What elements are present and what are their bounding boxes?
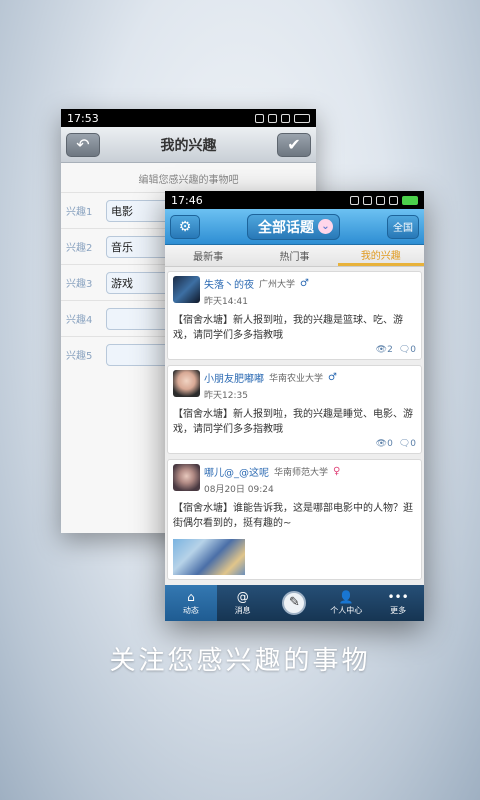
tab-latest[interactable]: 最新事 <box>165 245 251 266</box>
gear-icon: ⚙ <box>178 218 192 235</box>
post-card[interactable]: 哪儿@_@这呢 华南师范大学 ♀ 08月20日 09:24 【宿舍水塘】谁能告诉… <box>167 459 422 580</box>
front-phone-screen: 17:46 ⚙ 全部话题 ⌄ 全国 最新事 热门事 我的兴趣 失落丶的夜 广州大… <box>165 191 424 621</box>
battery-icon <box>294 113 310 123</box>
arrow-back-icon: ↶ <box>76 135 90 154</box>
nav-feed[interactable]: ⌂ 动态 <box>165 585 217 621</box>
vibrate-icon <box>255 113 264 123</box>
tab-my-interests[interactable]: 我的兴趣 <box>337 245 424 266</box>
post-text: 【宿舍水塘】新人报到啦，我的兴趣是篮球、吃、游戏，请同学们多多指教哦 <box>173 315 403 341</box>
post-image[interactable] <box>173 539 245 575</box>
gender-icon: ♀ <box>333 466 341 477</box>
promo-caption: 关注您感兴趣的事物 <box>109 646 371 676</box>
title-bar: ⚙ 全部话题 ⌄ 全国 <box>165 209 424 245</box>
interest-label: 兴趣5 <box>66 351 93 362</box>
post-school: 华南师范大学 <box>274 468 329 478</box>
nav-label: 更多 <box>390 605 407 615</box>
view-count: 👁0 <box>376 439 393 449</box>
view-count-value: 2 <box>387 345 393 355</box>
status-icons <box>350 195 418 205</box>
interest-label: 兴趣4 <box>66 315 93 326</box>
back-button[interactable]: ↶ <box>66 132 100 157</box>
more-icon: ••• <box>387 589 409 604</box>
nav-more[interactable]: ••• 更多 <box>372 585 424 621</box>
nav-compose[interactable]: ✎ <box>269 585 321 621</box>
status-time: 17:53 <box>67 111 99 125</box>
avatar[interactable] <box>173 276 200 303</box>
settings-button[interactable]: ⚙ <box>170 214 200 239</box>
chevron-down-icon: ⌄ <box>318 219 333 234</box>
page-title: 我的兴趣 <box>160 137 217 154</box>
status-bar: 17:53 <box>61 109 316 127</box>
page-title: 全部话题 <box>258 219 314 236</box>
view-count: 👁2 <box>376 345 393 355</box>
post-username[interactable]: 失落丶的夜 <box>204 276 254 291</box>
post-school: 广州大学 <box>259 280 296 290</box>
comment-count[interactable]: 🗨0 <box>399 345 416 355</box>
compose-icon: ✎ <box>282 591 307 615</box>
confirm-button[interactable]: ✔ <box>277 132 311 157</box>
post-card[interactable]: 失落丶的夜 广州大学 ♂ 昨天14:41 【宿舍水塘】新人报到啦，我的兴趣是篮球… <box>167 271 422 360</box>
post-time: 昨天14:41 <box>204 297 248 307</box>
view-count-value: 0 <box>387 439 393 449</box>
edit-hint: 编辑您感兴趣的事物吧 <box>138 175 239 186</box>
tab-hot[interactable]: 热门事 <box>251 245 337 266</box>
tab-bar: 最新事 热门事 我的兴趣 <box>165 245 424 267</box>
region-button[interactable]: 全国 <box>387 214 419 239</box>
nav-messages[interactable]: @ 消息 <box>217 585 269 621</box>
comment-icon: 🗨 <box>398 439 411 449</box>
person-icon: 👤 <box>338 589 354 604</box>
post-card[interactable]: 小朋友肥嘟嘟 华南农业大学 ♂ 昨天12:35 【宿舍水塘】新人报到啦，我的兴趣… <box>167 365 422 454</box>
home-icon: ⌂ <box>187 589 195 604</box>
gender-icon: ♂ <box>300 278 309 289</box>
usb-icon <box>350 195 359 205</box>
nav-profile[interactable]: 👤 个人中心 <box>320 585 372 621</box>
comment-count-value: 0 <box>410 345 416 355</box>
interest-label: 兴趣3 <box>66 279 93 290</box>
post-username[interactable]: 小朋友肥嘟嘟 <box>204 370 264 385</box>
comment-count-value: 0 <box>410 439 416 449</box>
post-text: 【宿舍水塘】谁能告诉我，这是哪部电影中的人物？逛街偶尔看到的，挺有趣的~ <box>173 503 413 529</box>
gender-icon: ♂ <box>328 372 337 383</box>
status-time: 17:46 <box>171 193 203 207</box>
avatar[interactable] <box>173 464 200 491</box>
status-icons <box>255 113 310 123</box>
eye-icon: 👁 <box>375 439 388 449</box>
nav-label: 个人中心 <box>330 605 363 615</box>
nav-label: 动态 <box>182 605 199 615</box>
post-text: 【宿舍水塘】新人报到啦，我的兴趣是睡觉、电影、游戏，请同学们多多指教哦 <box>173 409 413 435</box>
topic-selector[interactable]: 全部话题 ⌄ <box>247 213 340 240</box>
avatar[interactable] <box>173 370 200 397</box>
signal-icon <box>281 113 290 123</box>
bottom-nav: ⌂ 动态 @ 消息 ✎ 👤 个人中心 ••• 更多 <box>165 585 424 621</box>
comment-count[interactable]: 🗨0 <box>399 439 416 449</box>
post-time: 08月20日 09:24 <box>204 485 274 495</box>
vibrate-icon <box>363 195 372 205</box>
title-bar: ↶ 我的兴趣 ✔ <box>61 127 316 163</box>
post-username[interactable]: 哪儿@_@这呢 <box>204 464 269 479</box>
comment-icon: 🗨 <box>398 345 411 355</box>
post-feed[interactable]: 失落丶的夜 广州大学 ♂ 昨天14:41 【宿舍水塘】新人报到啦，我的兴趣是篮球… <box>165 267 424 585</box>
interest-label: 兴趣2 <box>66 243 93 254</box>
at-icon: @ <box>236 589 249 604</box>
interest-label: 兴趣1 <box>66 207 93 218</box>
signal-icon <box>389 195 398 205</box>
wifi-icon <box>268 113 277 123</box>
checkmark-icon: ✔ <box>287 135 301 154</box>
wifi-icon <box>376 195 385 205</box>
status-bar: 17:46 <box>165 191 424 209</box>
post-school: 华南农业大学 <box>269 374 324 384</box>
region-button-label: 全国 <box>393 223 413 234</box>
nav-label: 消息 <box>234 605 251 615</box>
battery-icon <box>402 195 418 205</box>
post-time: 昨天12:35 <box>204 391 248 401</box>
eye-icon: 👁 <box>375 345 388 355</box>
